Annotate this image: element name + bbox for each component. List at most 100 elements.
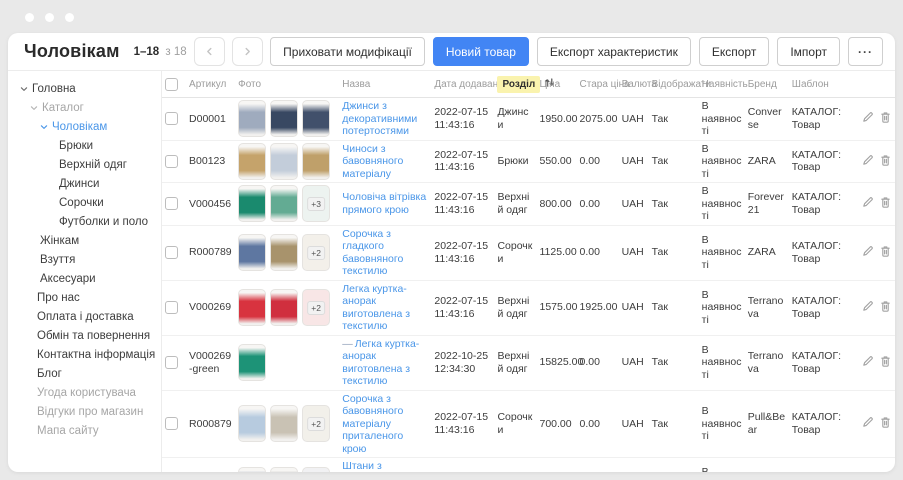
sidebar-item-women[interactable]: Жінкам	[8, 231, 161, 250]
product-photo[interactable]	[238, 289, 266, 326]
product-name-link[interactable]: Легка куртка-анорак виготовлена з тексти…	[342, 283, 410, 333]
sidebar-item-about-us[interactable]: Про нас	[8, 288, 161, 307]
hide-modifications-button[interactable]: Приховати модифікації	[270, 37, 425, 66]
window-dot[interactable]	[45, 13, 54, 22]
column-header-label: Наявність	[702, 79, 748, 90]
edit-button[interactable]	[862, 245, 874, 261]
delete-button[interactable]	[880, 245, 891, 261]
product-photo[interactable]	[302, 143, 330, 180]
sidebar-item-home[interactable]: Головна	[8, 79, 161, 98]
table-row: R000879+2Сорочка з бавовняного матеріалу…	[162, 390, 895, 458]
delete-button[interactable]	[880, 355, 891, 371]
delete-button[interactable]	[880, 196, 891, 212]
more-photos-badge[interactable]: +2	[302, 405, 330, 442]
sidebar-item-site-map[interactable]: Мапа сайту	[8, 421, 161, 440]
toolbar-actions: Приховати модифікації Новий товар Експор…	[270, 37, 883, 66]
select-all-checkbox[interactable]	[165, 78, 178, 91]
product-photo[interactable]	[238, 185, 266, 222]
sidebar-item-outerwear[interactable]: Верхній одяг	[8, 155, 161, 174]
sidebar-item-label: Обмін та повернення	[37, 330, 150, 342]
sidebar-item-tshirts-polo[interactable]: Футболки и поло	[8, 212, 161, 231]
product-name-link[interactable]: Чоловіча вітрівка прямого крою	[342, 191, 426, 216]
product-name-link[interactable]: Сорочка з бавовняного матеріалу притален…	[342, 393, 403, 455]
import-button[interactable]: Імпорт	[777, 37, 840, 66]
sidebar-item-label: Сорочки	[59, 197, 104, 209]
sidebar-item-contact-info[interactable]: Контактна інформація	[8, 345, 161, 364]
sidebar-item-exchange-returns[interactable]: Обмін та повернення	[8, 326, 161, 345]
export-characteristics-button[interactable]: Експорт характеристик	[537, 37, 691, 66]
section-value: Брюки	[497, 155, 528, 167]
export-button[interactable]: Експорт	[699, 37, 769, 66]
currency-value: UAH	[622, 155, 644, 167]
product-photo[interactable]	[238, 143, 266, 180]
edit-button[interactable]	[862, 154, 874, 170]
more-photos-badge[interactable]: +2	[302, 234, 330, 271]
more-actions-button[interactable]: ···	[848, 37, 883, 66]
delete-button[interactable]	[880, 416, 891, 432]
row-checkbox[interactable]	[165, 417, 178, 430]
new-product-button[interactable]: Новий товар	[433, 37, 529, 66]
sku-value: V000269	[189, 301, 231, 313]
sidebar-item-jeans[interactable]: Джинси	[8, 174, 161, 193]
delete-button[interactable]	[880, 111, 891, 127]
product-photo[interactable]	[270, 289, 298, 326]
product-photo[interactable]	[302, 100, 330, 137]
row-checkbox[interactable]	[165, 356, 178, 369]
edit-button[interactable]	[862, 111, 874, 127]
sidebar-item-trousers[interactable]: Брюки	[8, 136, 161, 155]
row-checkbox[interactable]	[165, 155, 178, 168]
delete-button[interactable]	[880, 300, 891, 316]
table-row: V000269-green—Легка куртка-анорак вигото…	[162, 335, 895, 390]
product-photo[interactable]	[238, 234, 266, 271]
column-header-label: Ціна	[539, 79, 560, 90]
product-photo[interactable]	[270, 467, 298, 473]
row-checkbox[interactable]	[165, 301, 178, 314]
sidebar-item-label: Угода користувача	[37, 387, 136, 399]
pencil-icon	[862, 154, 874, 170]
product-name-link[interactable]: Штани з бавовняного матеріалу прямого кр…	[342, 460, 409, 472]
sidebar-item-user-agreement[interactable]: Угода користувача	[8, 383, 161, 402]
sidebar-item-label: Про нас	[37, 292, 80, 304]
product-name-link[interactable]: Джинси з декоративними потертостями	[342, 100, 417, 137]
product-photo[interactable]	[238, 405, 266, 442]
product-name-link[interactable]: Чиноси з бавовняного матеріалу	[342, 143, 403, 180]
product-photo[interactable]	[270, 185, 298, 222]
photo-thumbnails	[238, 344, 336, 381]
delete-button[interactable]	[880, 154, 891, 170]
product-photo[interactable]	[238, 344, 266, 381]
more-photos-badge[interactable]: +2	[302, 289, 330, 326]
product-name-link[interactable]: Сорочка з гладкого бавовняного текстилю	[342, 228, 403, 278]
product-photo[interactable]	[270, 234, 298, 271]
sidebar-item-men[interactable]: Чоловікам	[8, 117, 161, 136]
row-checkbox[interactable]	[165, 112, 178, 125]
edit-button[interactable]	[862, 196, 874, 212]
more-photos-count: +2	[307, 246, 325, 260]
product-photo[interactable]	[270, 143, 298, 180]
product-photo[interactable]	[270, 100, 298, 137]
window-dot[interactable]	[65, 13, 74, 22]
row-checkbox[interactable]	[165, 197, 178, 210]
sidebar-item-accessories[interactable]: Аксесуари	[8, 269, 161, 288]
time-added: 12:34:30	[434, 363, 491, 376]
sidebar-item-shirts[interactable]: Сорочки	[8, 193, 161, 212]
more-photos-badge[interactable]: +3	[302, 185, 330, 222]
next-page-button[interactable]	[232, 37, 263, 66]
sidebar-item-footwear[interactable]: Взуття	[8, 250, 161, 269]
product-photo[interactable]	[238, 100, 266, 137]
sidebar-item-payment-delivery[interactable]: Оплата і доставка	[8, 307, 161, 326]
sidebar-item-catalog[interactable]: Каталог	[8, 98, 161, 117]
edit-button[interactable]	[862, 300, 874, 316]
sidebar-item-store-reviews[interactable]: Відгуки про магазин	[8, 402, 161, 421]
sidebar-item-blog[interactable]: Блог	[8, 364, 161, 383]
prev-page-button[interactable]	[194, 37, 225, 66]
product-photo[interactable]	[270, 405, 298, 442]
column-header-label[interactable]: Розділ	[497, 76, 540, 93]
product-name-link[interactable]: Легка куртка-анорак виготовлена з тексти…	[342, 338, 419, 388]
edit-button[interactable]	[862, 355, 874, 371]
row-checkbox[interactable]	[165, 246, 178, 259]
product-photo[interactable]	[238, 467, 266, 473]
more-photos-badge[interactable]: +2	[302, 467, 330, 473]
price-value: 15825.00	[539, 356, 583, 368]
window-dot[interactable]	[25, 13, 34, 22]
edit-button[interactable]	[862, 416, 874, 432]
